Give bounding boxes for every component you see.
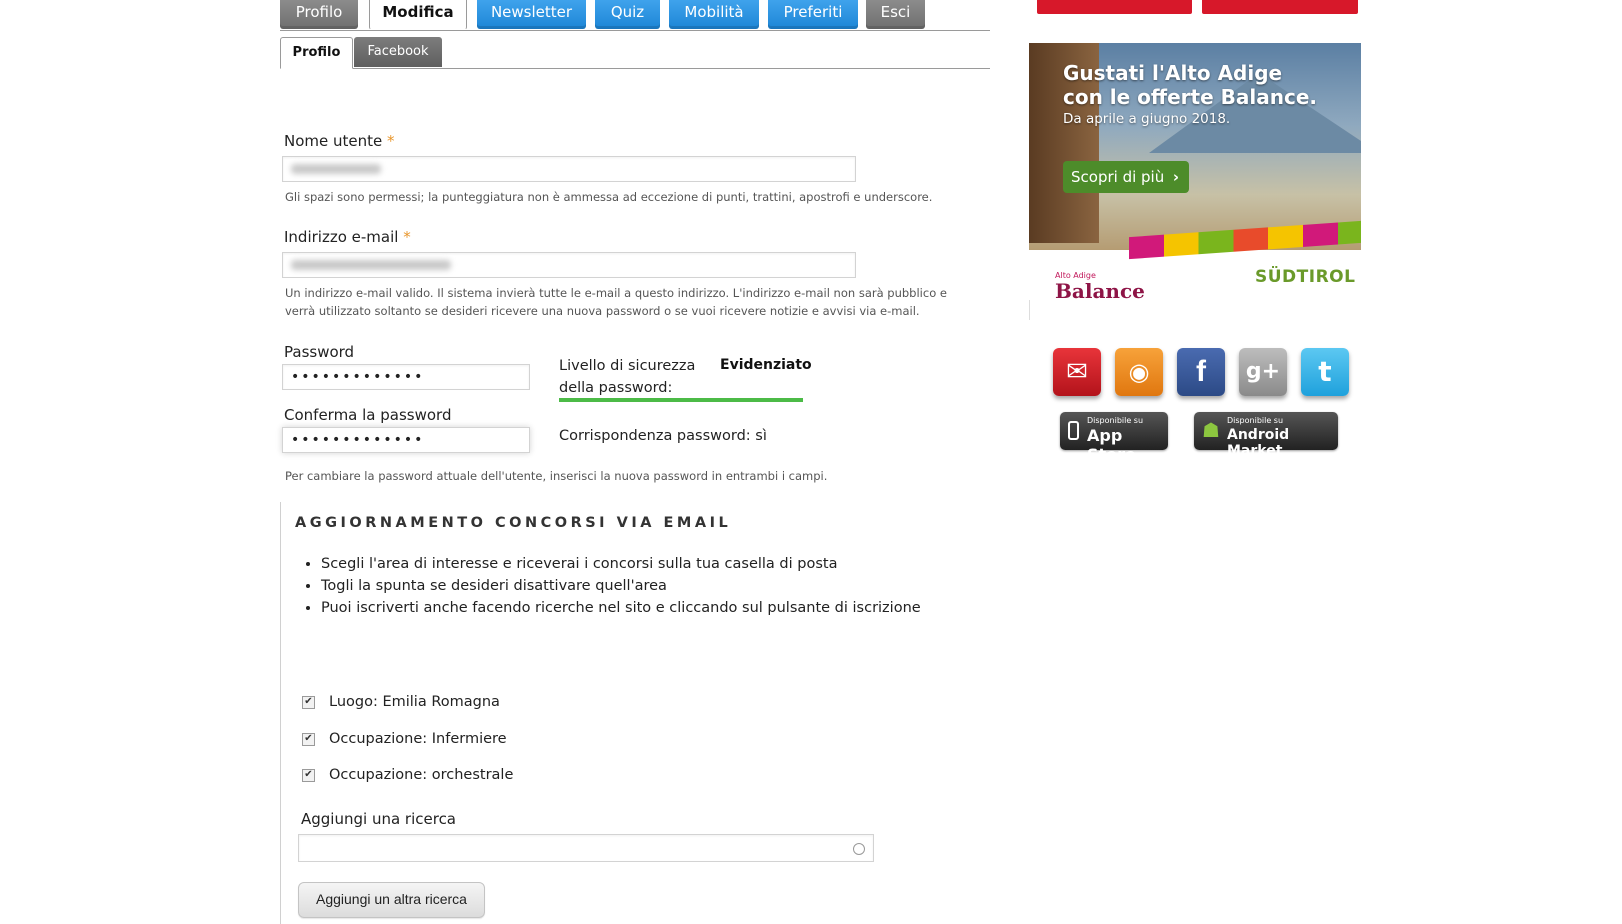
subtab-profilo[interactable]: Profilo <box>280 37 353 69</box>
store-name: App Store <box>1087 426 1136 464</box>
ad-subtitle: Da aprile a giugno 2018. <box>1063 111 1231 127</box>
email-description: Un indirizzo e-mail valido. Il sistema i… <box>285 284 947 320</box>
ad-title-line: con le offerte Balance. <box>1063 85 1317 109</box>
email-label: Indirizzo e-mail * <box>284 228 411 246</box>
email-description-line: verrà utilizzato soltanto se desideri ri… <box>285 304 920 318</box>
subtab-facebook[interactable]: Facebook <box>354 37 442 67</box>
android-market-badge[interactable]: ☗ Disponibile su Android Market <box>1194 412 1338 459</box>
secondary-tabs: Profilo Facebook <box>280 37 990 69</box>
alerts-info-list: Scegli l'area di interesse e riceverai i… <box>303 553 921 619</box>
chevron-right-icon: › <box>1172 168 1179 186</box>
checkbox-row: ✔ Occupazione: Infermiere <box>302 731 507 747</box>
tab-label: Newsletter <box>490 3 573 21</box>
subtab-label: Profilo <box>292 45 341 60</box>
ad-cta-button[interactable]: Scopri di più › <box>1063 161 1189 193</box>
facebook-glyph: f <box>1196 355 1206 388</box>
checkbox-occupazione-orchestrale[interactable]: ✔ <box>302 768 315 782</box>
ad-title-line: Gustati l'Alto Adige <box>1063 61 1283 85</box>
ad-balance-logo: Balance <box>1055 279 1145 303</box>
alerts-legend: AGGIORNAMENTO CONCORSI VIA EMAIL <box>295 515 732 531</box>
subtab-label: Facebook <box>367 44 429 59</box>
tab-label: Quiz <box>610 3 645 21</box>
list-item: Puoi iscriverti anche facendo ricerche n… <box>321 597 921 619</box>
confirm-password-value: ••••••••••••• <box>291 432 425 448</box>
loading-indicator-icon <box>853 843 865 855</box>
ad-banner[interactable]: Gustati l'Alto Adige con le offerte Bala… <box>1029 43 1361 319</box>
add-search-label: Aggiungi una ricerca <box>301 810 457 828</box>
facebook-icon[interactable]: f <box>1177 348 1225 396</box>
twitter-glyph: t <box>1318 355 1332 388</box>
tab-profilo[interactable]: Profilo <box>280 0 358 29</box>
checkbox-label: Occupazione: Infermiere <box>329 731 507 747</box>
red-button-left[interactable] <box>1037 0 1192 14</box>
twitter-icon[interactable]: t <box>1301 348 1349 396</box>
checkbox-label: Luogo: Emilia Romagna <box>329 694 500 710</box>
google-plus-glyph: g+ <box>1245 359 1281 384</box>
redacted-value <box>291 260 451 270</box>
app-store-badge[interactable]: Disponibile su App Store <box>1060 412 1168 464</box>
tab-label: Modifica <box>382 3 454 21</box>
username-input[interactable] <box>282 156 856 182</box>
password-strength-value: Evidenziato <box>720 357 812 373</box>
password-label: Password <box>284 343 355 361</box>
username-label-text: Nome utente <box>284 132 383 150</box>
checkbox-luogo-emilia-romagna[interactable]: ✔ <box>302 695 315 709</box>
password-value: ••••••••••••• <box>291 369 425 385</box>
tab-preferiti[interactable]: Preferiti <box>768 0 858 29</box>
list-item: Scegli l'area di interesse e riceverai i… <box>321 553 921 575</box>
fieldset-border <box>280 502 281 924</box>
android-icon: ☗ <box>1202 418 1220 442</box>
ad-tablecloth-graphic <box>1129 220 1361 260</box>
email-label-text: Indirizzo e-mail <box>284 228 399 246</box>
username-description: Gli spazi sono permessi; la punteggiatur… <box>285 190 933 204</box>
list-item: Togli la spunta se desideri disattivare … <box>321 575 921 597</box>
redacted-value <box>291 164 381 174</box>
tab-newsletter[interactable]: Newsletter <box>477 0 586 29</box>
password-input[interactable]: ••••••••••••• <box>282 364 530 390</box>
primary-tabs: Profilo Modifica Newsletter Quiz Mobilit… <box>280 0 990 31</box>
add-search-input[interactable] <box>298 834 874 862</box>
ad-title: Gustati l'Alto Adige con le offerte Bala… <box>1063 61 1317 109</box>
required-mark: * <box>403 228 411 246</box>
checkbox-row: ✔ Occupazione: orchestrale <box>302 767 513 783</box>
rss-icon[interactable]: ◉ <box>1115 348 1163 396</box>
ad-cta-label: Scopri di più <box>1071 168 1165 186</box>
tab-modifica[interactable]: Modifica <box>369 0 467 30</box>
tab-label: Mobilità <box>684 3 744 21</box>
tab-esci[interactable]: Esci <box>866 0 925 29</box>
checkbox-occupazione-infermiere[interactable]: ✔ <box>302 732 315 746</box>
checkbox-label: Occupazione: orchestrale <box>329 767 514 783</box>
tab-label: Profilo <box>295 3 343 21</box>
rss-glyph: ◉ <box>1128 358 1150 386</box>
tab-quiz[interactable]: Quiz <box>595 0 660 29</box>
password-strength-label: Livello di sicurezza della password: <box>559 355 695 399</box>
required-mark: * <box>387 132 395 150</box>
password-strength-label-line: della password: <box>559 380 673 396</box>
confirm-password-input[interactable]: ••••••••••••• <box>282 427 530 453</box>
email-input[interactable] <box>282 252 856 278</box>
store-caption: Disponibile su <box>1227 416 1284 425</box>
email-description-line: Un indirizzo e-mail valido. Il sistema i… <box>285 286 947 300</box>
password-strength-bar <box>559 398 803 402</box>
tab-label: Esci <box>880 3 911 21</box>
store-name: Android Market <box>1227 427 1290 459</box>
mail-icon[interactable]: ✉ <box>1053 348 1101 396</box>
password-strength-label-line: Livello di sicurezza <box>559 358 696 374</box>
tab-label: Preferiti <box>783 3 843 21</box>
confirm-password-label: Conferma la password <box>284 406 452 424</box>
mail-glyph: ✉ <box>1066 357 1088 387</box>
password-description: Per cambiare la password attuale dell'ut… <box>285 469 828 483</box>
red-button-right[interactable] <box>1202 0 1358 14</box>
phone-icon <box>1068 421 1079 440</box>
password-match-text: Corrispondenza password: sì <box>559 428 767 444</box>
checkbox-row: ✔ Luogo: Emilia Romagna <box>302 694 500 710</box>
ad-sudtirol-logo: SÜDTIROL <box>1255 267 1356 287</box>
username-label: Nome utente * <box>284 132 395 150</box>
tab-mobilita[interactable]: Mobilità <box>669 0 759 29</box>
google-plus-icon[interactable]: g+ <box>1239 348 1287 396</box>
add-another-search-button[interactable]: Aggiungi un altra ricerca <box>298 882 485 918</box>
ad-border <box>1029 300 1030 320</box>
store-caption: Disponibile su <box>1087 416 1144 425</box>
